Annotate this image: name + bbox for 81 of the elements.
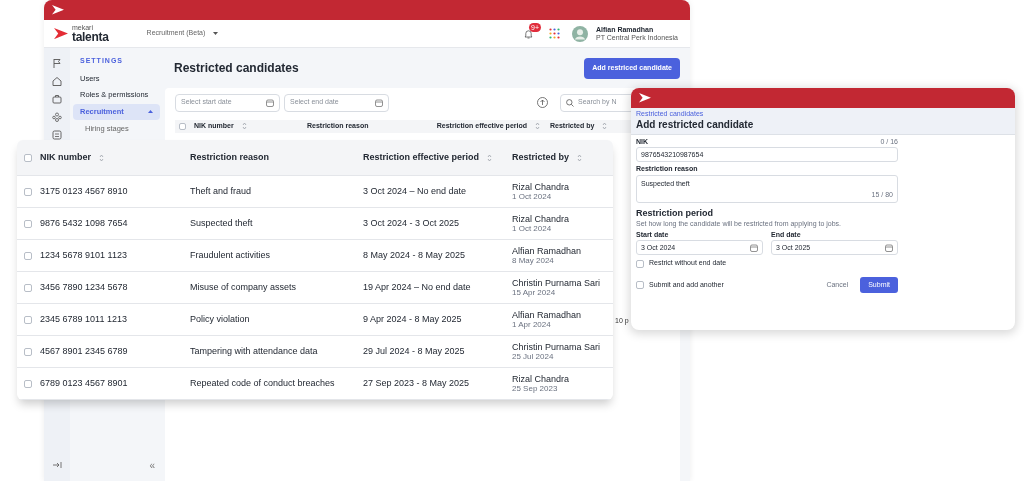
table-cell-text: 25 Jul 2024 <box>512 352 555 362</box>
checkbox[interactable] <box>24 219 32 228</box>
checkbox[interactable] <box>24 347 32 356</box>
flag-icon[interactable] <box>52 58 62 68</box>
checkbox[interactable] <box>636 259 644 268</box>
logo-icon <box>639 93 651 103</box>
table-cell-text: 2345 6789 1011 1213 <box>40 312 127 326</box>
table-cell: 3 Oct 2024 – No end date <box>363 185 467 196</box>
collapse-icon[interactable]: « <box>149 458 155 473</box>
people-icon[interactable] <box>52 112 62 122</box>
expand-icon[interactable] <box>52 461 62 469</box>
checkbox[interactable] <box>179 122 186 130</box>
calendar-icon[interactable] <box>375 98 383 107</box>
table-cell: Tampering with attendance data <box>190 345 318 356</box>
table-cell: Policy violation <box>190 313 250 324</box>
home-icon[interactable] <box>52 76 62 86</box>
table-cell: Repeated code of conduct breaches <box>190 377 335 388</box>
table-cell: 27 Sep 2023 - 8 May 2025 <box>363 377 470 388</box>
search-icon <box>566 98 574 107</box>
table-cell-text: Alfian Ramadhan <box>512 245 583 257</box>
sort-icon[interactable] <box>535 122 540 130</box>
table-cell: Suspected theft <box>190 217 253 228</box>
dialog-title: Add restricted candidate <box>636 117 755 131</box>
upload-icon[interactable] <box>537 97 548 108</box>
checkbox[interactable] <box>24 187 32 196</box>
table-cell: 29 Jul 2024 - 8 May 2025 <box>363 345 465 356</box>
checkbox[interactable] <box>24 251 32 260</box>
avatar-icon <box>572 25 588 42</box>
sort-icon[interactable] <box>602 122 608 130</box>
column-header[interactable]: Restriction reason <box>190 150 270 165</box>
checkbox[interactable] <box>636 281 644 290</box>
table-cell-text: 1 Oct 2024 <box>512 192 553 202</box>
section-heading: Restriction period <box>636 207 714 219</box>
table-cell-text: Rizal Chandra <box>512 213 571 225</box>
sort-icon[interactable] <box>487 153 493 162</box>
briefcase-icon[interactable] <box>52 94 62 104</box>
logo-icon <box>52 5 64 15</box>
sort-icon[interactable] <box>241 122 247 130</box>
table-cell-text: 1 Apr 2024 <box>512 320 552 330</box>
table-cell-text: 15 Apr 2024 <box>512 288 557 298</box>
checkbox[interactable] <box>24 153 32 162</box>
apps-grid-icon[interactable] <box>549 28 560 39</box>
checkbox[interactable] <box>24 315 32 324</box>
table-cell-text: 1 Oct 2024 <box>512 224 553 234</box>
calendar-icon[interactable] <box>885 243 893 252</box>
caret-icon <box>213 32 219 35</box>
column-header[interactable]: Restricted by <box>512 152 583 163</box>
calendar-icon[interactable] <box>750 243 758 252</box>
table-cell-text: 3175 0123 4567 8910 <box>40 184 128 198</box>
table-cell-text: Alfian Ramadhan <box>512 309 583 321</box>
table-cell-text: 4567 8901 2345 6789 <box>40 344 128 358</box>
column-header[interactable]: NIK number <box>40 150 104 165</box>
sort-icon[interactable] <box>577 153 583 162</box>
table-cell: Theft and fraud <box>190 185 252 196</box>
logo-icon <box>54 27 68 40</box>
table-cell-text: 25 Sep 2023 <box>512 384 559 394</box>
table-cell: 19 Apr 2024 – No end date <box>363 281 471 292</box>
table-cell-text: Christin Purnama Sari <box>512 277 602 289</box>
table-cell-text: 1234 5678 9101 1123 <box>40 248 127 262</box>
table-cell-text: Rizal Chandra <box>512 181 571 193</box>
calendar-icon[interactable] <box>266 98 274 107</box>
page-title: Restricted candidates <box>173 60 299 78</box>
caret-icon <box>148 110 153 114</box>
table-cell: Misuse of company assets <box>190 281 297 292</box>
table-cell-text: Christin Purnama Sari <box>512 341 602 353</box>
table-cell-text: 8 May 2024 <box>512 256 555 266</box>
table-cell: Fraudulent activities <box>190 249 271 260</box>
checkbox[interactable] <box>24 379 32 388</box>
table-cell: 9 Apr 2024 - 8 May 2025 <box>363 313 462 324</box>
bell-icon[interactable] <box>524 28 533 39</box>
sort-icon[interactable] <box>99 153 104 162</box>
logo-text: talenta <box>72 31 109 43</box>
table-cell: 8 May 2024 - 8 May 2025 <box>363 249 466 260</box>
table-cell-text: 3456 7890 1234 5678 <box>40 280 128 294</box>
table-cell-text: 6789 0123 4567 8901 <box>40 376 128 390</box>
checkbox[interactable] <box>24 283 32 292</box>
table-cell-text: 9876 5432 1098 7654 <box>40 216 128 230</box>
checklist-icon[interactable] <box>52 130 62 140</box>
table-cell: 3 Oct 2024 - 3 Oct 2025 <box>363 217 460 228</box>
table-cell-text: Rizal Chandra <box>512 373 571 385</box>
column-header[interactable]: Restriction effective period <box>363 150 493 165</box>
